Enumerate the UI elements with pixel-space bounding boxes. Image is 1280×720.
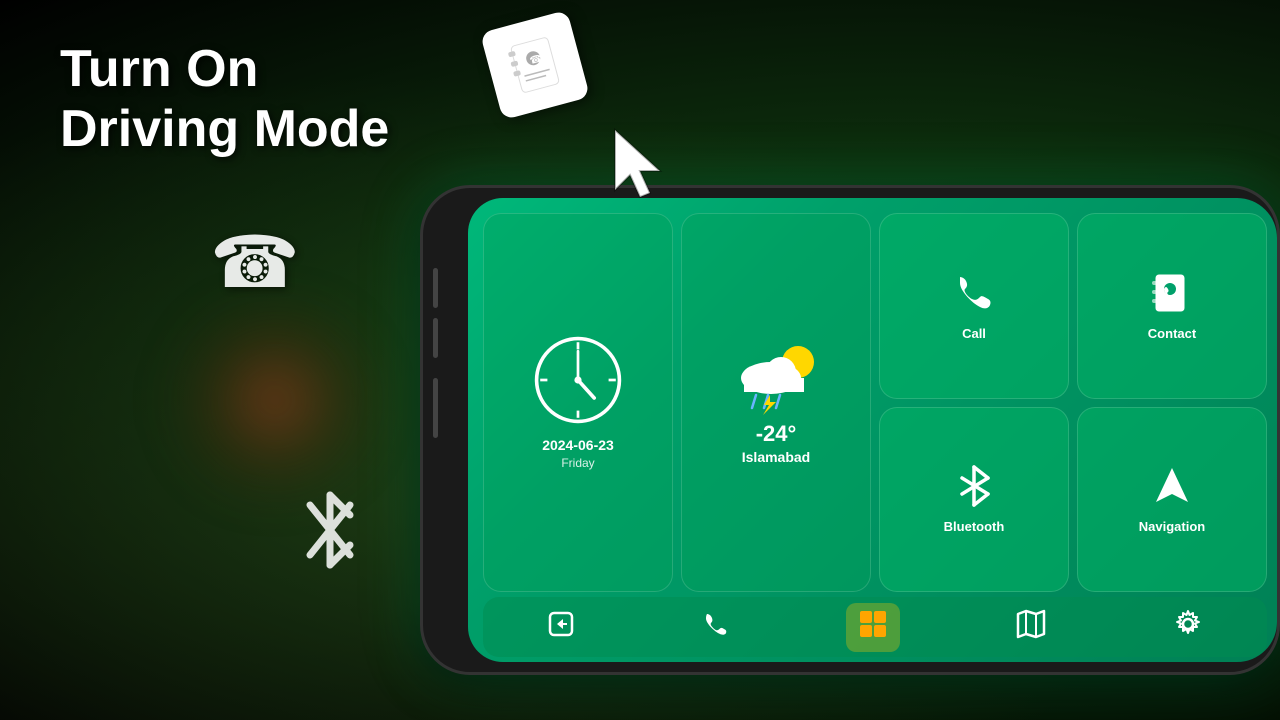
clock-day: Friday	[561, 456, 594, 470]
headline: Turn On Driving Mode	[60, 40, 389, 160]
contact-tile[interactable]: Contact	[1077, 213, 1267, 399]
weather-city: Islamabad	[742, 449, 810, 465]
bottom-nav	[483, 597, 1267, 657]
side-btn-power	[433, 378, 438, 438]
nav-map-button[interactable]	[1004, 603, 1058, 652]
phone-icon-decoration: ☎	[210, 220, 300, 304]
navigation-label: Navigation	[1139, 519, 1205, 534]
call-icon	[952, 271, 996, 320]
navigation-tile[interactable]: Navigation	[1077, 407, 1267, 593]
nav-exit-button[interactable]	[535, 604, 587, 651]
nav-home-button[interactable]	[846, 603, 900, 652]
nav-settings-button[interactable]	[1161, 603, 1215, 652]
call-label: Call	[962, 326, 986, 341]
headline-line2: Driving Mode	[60, 100, 389, 160]
cursor-arrow	[610, 125, 670, 210]
side-btn-vol-up	[433, 268, 438, 308]
bluetooth-icon	[954, 464, 994, 513]
bluetooth-tile[interactable]: Bluetooth	[879, 407, 1069, 593]
phone-device: 2024-06-23 Friday	[420, 185, 1280, 675]
weather-temp: -24°	[756, 421, 797, 447]
bluetooth-icon-decoration	[295, 490, 365, 589]
weather-visual	[726, 340, 826, 415]
dashboard-glow	[150, 300, 400, 500]
side-btn-vol-down	[433, 318, 438, 358]
call-tile[interactable]: Call	[879, 213, 1069, 399]
contact-icon	[1150, 271, 1194, 320]
contact-label: Contact	[1148, 326, 1196, 341]
clock-date: 2024-06-23	[542, 437, 614, 453]
app-grid: 2024-06-23 Friday	[483, 213, 1267, 592]
phone-screen: 2024-06-23 Friday	[468, 198, 1277, 662]
navigation-icon	[1150, 464, 1194, 513]
clock-face-svg	[533, 335, 623, 425]
nav-phone-button[interactable]	[690, 604, 742, 651]
weather-tile[interactable]: -24° Islamabad	[681, 213, 871, 592]
clock-tile[interactable]: 2024-06-23 Friday	[483, 213, 673, 592]
headline-line1: Turn On	[60, 40, 389, 100]
bluetooth-label: Bluetooth	[944, 519, 1005, 534]
